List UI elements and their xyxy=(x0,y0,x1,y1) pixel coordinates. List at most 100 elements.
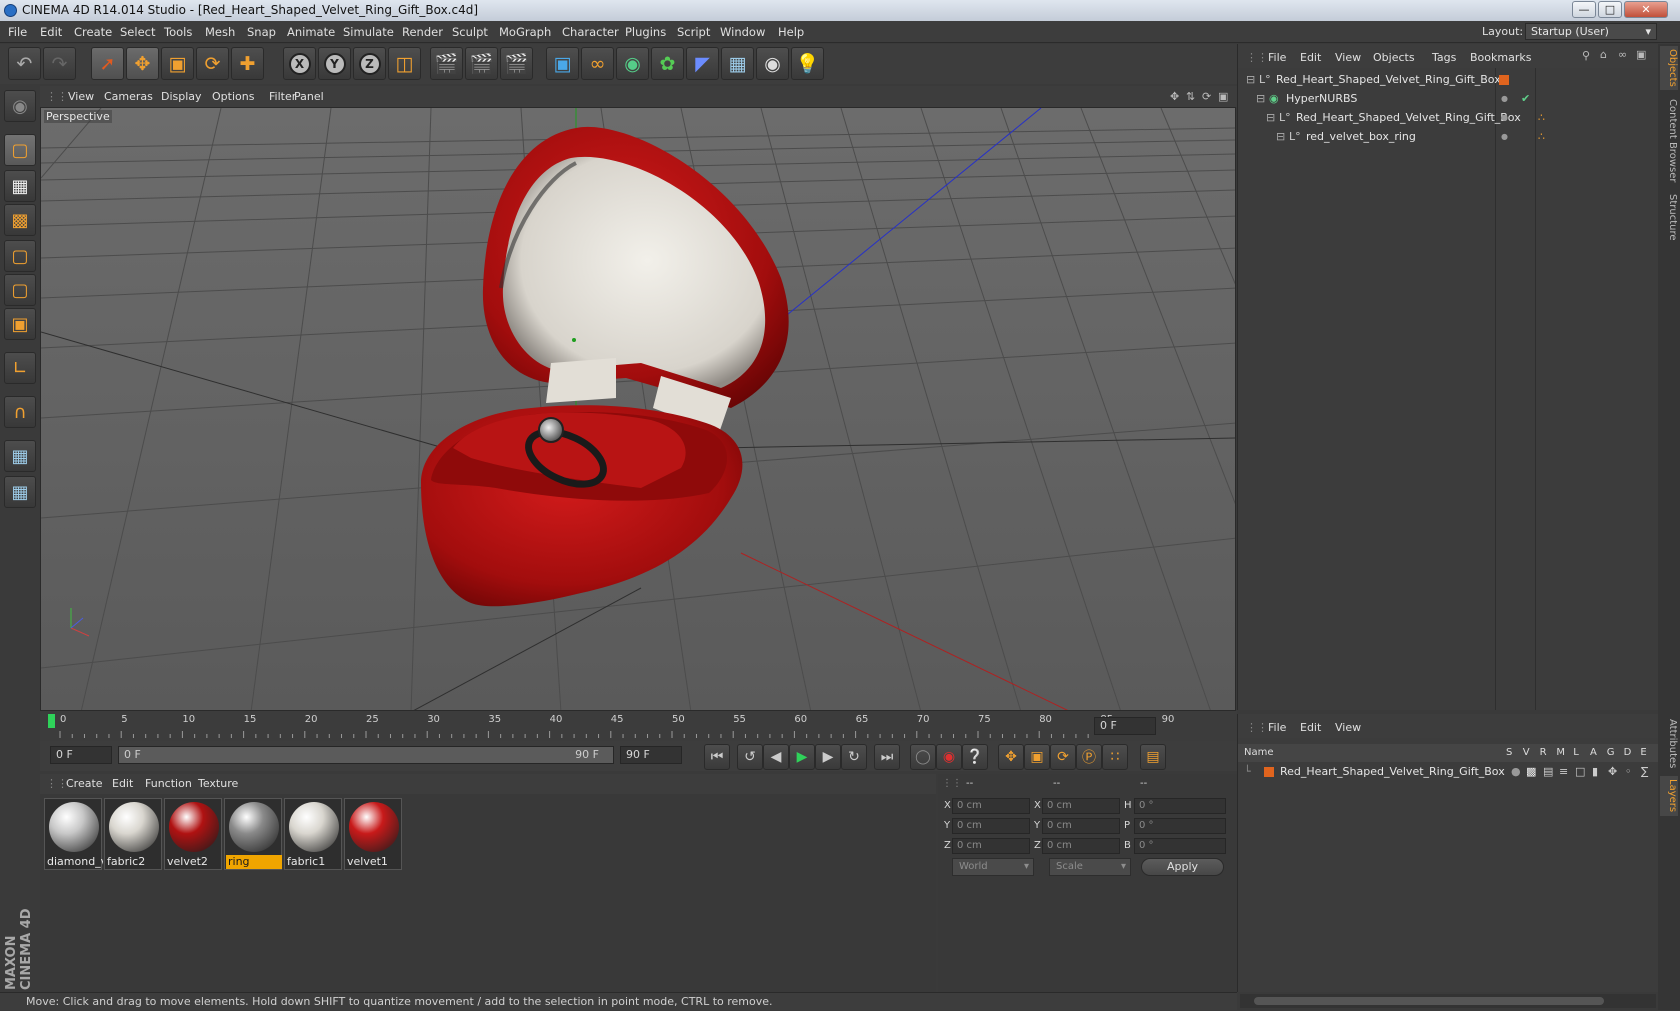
timeline-window-button[interactable]: ▤ xyxy=(1140,744,1166,770)
polygons-mode-button[interactable]: ▣ xyxy=(4,308,36,340)
layer-horizontal-scrollbar[interactable] xyxy=(1240,994,1656,1008)
layer-col-l[interactable]: L xyxy=(1573,744,1579,762)
menu-create[interactable]: Create xyxy=(74,25,112,39)
viewport-move-icon[interactable]: ✥ xyxy=(1170,90,1179,103)
viewport-menu-panel[interactable]: Panel xyxy=(294,90,324,103)
menu-plugins[interactable]: Plugins xyxy=(625,25,666,39)
scale-tool-button[interactable]: ▣ xyxy=(161,47,194,80)
maximize-button[interactable]: □ xyxy=(1598,1,1622,18)
layer-col-v[interactable]: V xyxy=(1523,744,1530,762)
live-selection-button[interactable]: ➚ xyxy=(91,47,124,80)
menu-mograph[interactable]: MoGraph xyxy=(499,25,551,39)
object-row[interactable]: ⊟ L° Red_Heart_Shaped_Velvet_Ring_Gift_Box… xyxy=(1238,70,1658,90)
viewport-menu-cameras[interactable]: Cameras xyxy=(104,90,153,103)
frame-range-slider[interactable]: 0 F 90 F xyxy=(118,746,614,764)
expand-icon[interactable]: ⊟ xyxy=(1266,108,1275,128)
snap-magnet-button[interactable]: ∩ xyxy=(4,396,36,428)
layer-col-a[interactable]: A xyxy=(1590,744,1597,762)
render-view-button[interactable]: 🎬 xyxy=(430,47,463,80)
tab-content-browser[interactable]: Content Browser xyxy=(1660,96,1678,186)
menu-sculpt[interactable]: Sculpt xyxy=(452,25,488,39)
menu-simulate[interactable]: Simulate xyxy=(343,25,394,39)
menu-window[interactable]: Window xyxy=(720,25,765,39)
layer-color-icon[interactable] xyxy=(1499,75,1509,85)
menu-snap[interactable]: Snap xyxy=(247,25,276,39)
visibility-dot-icon[interactable]: ● xyxy=(1501,108,1508,128)
coordinate-space-select[interactable]: World ▾ xyxy=(952,858,1034,876)
move-tool-button[interactable]: ✥ xyxy=(126,47,159,80)
size-x-field[interactable]: 0 cm xyxy=(1042,798,1120,814)
array-cloner-button[interactable]: ✿ xyxy=(651,47,684,80)
redo-button[interactable]: ↷ xyxy=(43,47,76,80)
close-button[interactable]: ✕ xyxy=(1624,1,1668,18)
layer-deformer-icon[interactable]: ◦ xyxy=(1625,763,1632,781)
points-mode-button[interactable]: ▢ xyxy=(4,240,36,272)
tab-objects[interactable]: Objects xyxy=(1660,46,1678,90)
layer-expression-icon[interactable]: ∑ xyxy=(1641,763,1648,781)
object-menu-tags[interactable]: Tags xyxy=(1432,51,1456,64)
layer-col-d[interactable]: D xyxy=(1624,744,1632,762)
size-y-field[interactable]: 0 cm xyxy=(1042,818,1120,834)
tab-structure[interactable]: Structure xyxy=(1660,192,1678,242)
transform-mode-select[interactable]: Scale ▾ xyxy=(1049,858,1131,876)
camera-button[interactable]: ◉ xyxy=(756,47,789,80)
play-button[interactable]: ▶ xyxy=(789,744,815,770)
menu-animate[interactable]: Animate xyxy=(287,25,335,39)
workplane-lock-button[interactable]: ▦ xyxy=(4,440,36,472)
floor-scene-button[interactable]: ▦ xyxy=(721,47,754,80)
material-swatch-fabric1[interactable]: fabric1 xyxy=(284,798,342,870)
menu-mesh[interactable]: Mesh xyxy=(205,25,235,39)
layer-lock-icon[interactable]: □ xyxy=(1575,763,1585,781)
next-frame-button[interactable]: ▶ xyxy=(815,744,841,770)
link-icon[interactable]: ∞ xyxy=(1618,48,1627,61)
spline-pen-button[interactable]: ∞ xyxy=(581,47,614,80)
go-to-end-button[interactable]: ⏭ xyxy=(874,744,900,770)
layer-solo-icon[interactable]: ● xyxy=(1511,763,1521,781)
scale-key-button[interactable]: ▣ xyxy=(1024,744,1050,770)
rot-h-field[interactable]: 0 ° xyxy=(1134,798,1226,814)
perspective-viewport[interactable]: Perspective xyxy=(40,107,1236,711)
layout-select[interactable]: Startup (User) ▾ xyxy=(1525,23,1657,40)
object-menu-bookmarks[interactable]: Bookmarks xyxy=(1470,51,1531,64)
object-row[interactable]: ⊟ L° Red_Heart_Shaped_Velvet_Ring_Gift_Box… xyxy=(1238,108,1658,128)
layer-menu-file[interactable]: File xyxy=(1268,721,1286,734)
texture-mode-button[interactable]: ▦ xyxy=(4,170,36,202)
record-active-objects-button[interactable]: ◯ xyxy=(910,744,936,770)
go-to-start-button[interactable]: ⏮ xyxy=(704,744,730,770)
viewport-menu-filter[interactable]: Filter xyxy=(269,90,296,103)
coordinate-system-button[interactable]: ◫ xyxy=(388,47,421,80)
viewport-menu-display[interactable]: Display xyxy=(161,90,202,103)
timeline-end-field[interactable]: 0 F xyxy=(1094,717,1156,735)
next-key-button[interactable]: ↻ xyxy=(841,744,867,770)
previous-key-button[interactable]: ↺ xyxy=(737,744,763,770)
tab-attributes[interactable]: Attributes xyxy=(1660,716,1678,772)
parameter-key-button[interactable]: Ⓟ xyxy=(1076,744,1102,770)
make-editable-button[interactable]: ◉ xyxy=(4,90,36,122)
object-row[interactable]: ⊟ L° red_velvet_box_ring ● ∴ xyxy=(1238,127,1658,147)
viewport-zoom-icon[interactable]: ⇅ xyxy=(1186,90,1195,103)
material-menu-function[interactable]: Function xyxy=(145,777,192,790)
render-settings-button[interactable]: 🎬 xyxy=(500,47,533,80)
layer-menu-view[interactable]: View xyxy=(1335,721,1361,734)
previous-frame-button[interactable]: ◀ xyxy=(763,744,789,770)
search-icon[interactable]: ⚲ xyxy=(1582,49,1590,62)
layer-col-e[interactable]: E xyxy=(1640,744,1646,762)
viewport-rotate-icon[interactable]: ⟳ xyxy=(1202,90,1211,103)
object-menu-view[interactable]: View xyxy=(1335,51,1361,64)
layer-animation-icon[interactable]: ▮ xyxy=(1592,763,1598,781)
size-z-field[interactable]: 0 cm xyxy=(1042,838,1120,854)
position-key-button[interactable]: ✥ xyxy=(998,744,1024,770)
menu-render[interactable]: Render xyxy=(402,25,443,39)
layer-col-r[interactable]: R xyxy=(1540,744,1547,762)
layer-col-s[interactable]: S xyxy=(1506,744,1512,762)
object-menu-edit[interactable]: Edit xyxy=(1300,51,1321,64)
point-level-key-button[interactable]: ∷ xyxy=(1102,744,1128,770)
material-swatch-velvet1[interactable]: velvet1 xyxy=(344,798,402,870)
edges-mode-button[interactable]: ▢ xyxy=(4,274,36,306)
material-tag-icon[interactable]: ∴ xyxy=(1538,127,1545,147)
viewport-menu-view[interactable]: View xyxy=(68,90,94,103)
recent-tool-button[interactable]: ✚ xyxy=(231,47,264,80)
pos-x-field[interactable]: 0 cm xyxy=(952,798,1030,814)
autokeying-button[interactable]: ◉ xyxy=(936,744,962,770)
menu-select[interactable]: Select xyxy=(120,25,155,39)
